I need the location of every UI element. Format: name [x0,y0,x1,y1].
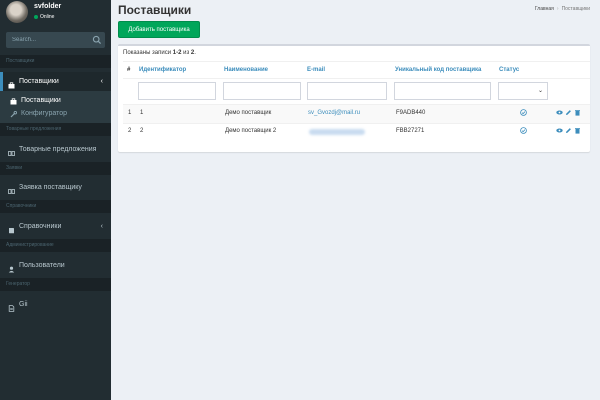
column-header-name[interactable]: Наименование [224,67,268,73]
search-icon[interactable] [92,35,102,45]
status-active-icon [520,127,527,136]
column-header-id[interactable]: Идентификатор [139,67,186,73]
user-status: Online [34,14,54,20]
row-code: F9ADB440 [396,110,426,116]
row-number: 2 [128,128,132,134]
table-border [123,123,590,124]
user-name: svfolder [34,3,62,10]
chevron-left-icon: ‹ [100,223,103,230]
sidebar-item-label: Товарные предложения [19,146,97,153]
suppliers-submenu: Поставщики Конфигуратор [0,91,111,123]
sidebar-item-label: Заявка поставщику [19,184,82,191]
sidebar: svfolder Online Поставщики Поставщики ‹ … [0,0,111,400]
sidebar-header-generator: Генератор [0,278,111,291]
search-input[interactable] [6,32,90,48]
row-actions [556,127,581,134]
filter-code-input[interactable] [394,82,491,100]
row-id: 2 [140,128,144,134]
sidebar-header-offers: Товарные предложения [0,123,111,136]
row-number: 1 [128,110,132,116]
breadcrumb-current: Поставщики [561,6,590,12]
edit-icon[interactable] [565,127,572,134]
edit-icon[interactable] [565,109,572,116]
sidebar-header-suppliers: Поставщики [0,55,111,68]
summary-text: Показаны записи 1-2 из 2. [123,50,196,56]
sidebar-item-users[interactable]: Пользователи [0,256,111,275]
column-header-number: # [127,67,131,73]
sidebar-header-administration: Администрирование [0,239,111,252]
user-icon [8,262,15,273]
chevron-left-icon: ‹ [100,78,103,85]
grid-icon [8,146,15,156]
chevron-down-icon: ⌄ [537,88,543,94]
sidebar-item-label: Пользователи [19,262,65,269]
column-header-email[interactable]: E-mail [307,67,325,73]
sidebar-item-gii[interactable]: Gii [0,295,111,314]
page-title: Поставщики [118,3,192,17]
grid-icon [8,184,15,194]
suppliers-box: Показаны записи 1-2 из 2. # Идентификато… [118,44,590,152]
sidebar-item-supplier-request[interactable]: Заявка поставщику [0,178,111,197]
column-header-status[interactable]: Статус [499,67,519,73]
user-status-text: Online [40,14,55,20]
filter-status-select[interactable]: ⌄ [498,82,548,100]
sidebar-header-directories: Справочники [0,200,111,213]
breadcrumb: Главная › Поставщики [535,6,590,12]
breadcrumb-home[interactable]: Главная [535,6,554,12]
sidebar-header-requests: Заявки [0,162,111,175]
row-name: Демо поставщик [225,110,272,116]
sidebar-search [6,32,105,48]
table-border [123,78,590,79]
delete-icon[interactable] [574,109,581,116]
suppliers-table: # Идентификатор Наименование E-mail Уник… [123,61,590,141]
row-email[interactable]: sv_Gvozdj@mail.ru [308,110,360,116]
sidebar-item-offers[interactable]: Товарные предложения [0,140,111,159]
summary-suffix: . [194,50,196,56]
row-actions [556,109,581,116]
submenu-item-configurator[interactable]: Конфигуратор [0,107,111,120]
sidebar-item-directories[interactable]: Справочники ‹ [0,217,111,236]
book-icon [8,223,15,234]
row-name: Демо поставщик 2 [225,128,277,134]
redacted-email [309,129,365,135]
avatar [6,1,28,23]
wrench-icon [10,110,18,118]
filter-name-input[interactable] [223,82,301,100]
sidebar-item-suppliers[interactable]: Поставщики ‹ [0,72,111,91]
row-code: FBB27271 [396,128,425,134]
submenu-item-label: Конфигуратор [21,110,68,117]
sidebar-item-label: Gii [19,301,28,308]
column-header-code[interactable]: Уникальный код поставщика [395,67,481,73]
view-icon[interactable] [556,109,563,116]
filter-id-input[interactable] [138,82,216,100]
view-icon[interactable] [556,127,563,134]
table-border [123,61,590,62]
delete-icon[interactable] [574,127,581,134]
file-icon [8,301,15,312]
filter-email-input[interactable] [307,82,387,100]
sidebar-item-label: Поставщики [19,78,59,85]
breadcrumb-separator: › [556,6,559,12]
sidebar-item-label: Справочники [19,223,62,230]
row-id: 1 [140,110,144,116]
summary-middle: из [181,50,191,56]
online-dot-icon [34,14,38,19]
add-supplier-button[interactable]: Добавить поставщика [118,21,200,38]
user-panel: svfolder Online [0,0,111,27]
briefcase-icon [8,78,15,89]
submenu-item-label: Поставщики [21,97,61,104]
submenu-item-suppliers[interactable]: Поставщики [0,94,111,107]
summary-prefix: Показаны записи [123,50,173,56]
status-active-icon [520,109,527,118]
briefcase-icon [10,97,17,105]
